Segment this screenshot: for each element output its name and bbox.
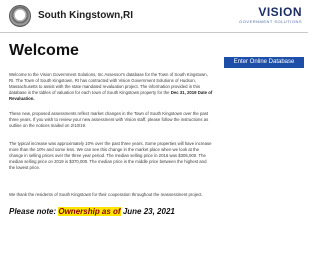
thanks-paragraph: We thank the residents of South Kingstow… bbox=[9, 192, 203, 197]
town-seal-icon bbox=[9, 5, 31, 27]
page-title: Welcome bbox=[9, 42, 79, 59]
header-divider bbox=[0, 32, 308, 33]
site-header: South Kingstown,RI VISION GOVERNMENT SOL… bbox=[0, 0, 308, 36]
note-date: June 23, 2021 bbox=[120, 207, 175, 216]
note-prefix: Please note: bbox=[9, 207, 59, 216]
ownership-note: Please note: Ownership as of June 23, 20… bbox=[9, 207, 219, 216]
intro-paragraph: Welcome to the Vision Government Solutio… bbox=[9, 72, 213, 102]
assessment-paragraph: These new, proposed assessments reflect … bbox=[9, 111, 209, 128]
note-highlight: Ownership as of bbox=[58, 207, 121, 216]
vision-logo[interactable]: VISION GOVERNMENT SOLUTIONS bbox=[232, 6, 302, 24]
market-paragraph: The typical increase was approximately 1… bbox=[9, 141, 212, 170]
vision-logo-sub: GOVERNMENT SOLUTIONS bbox=[239, 19, 302, 24]
vision-logo-text: VISION bbox=[258, 5, 302, 19]
town-name: South Kingstown,RI bbox=[38, 10, 133, 21]
enter-online-database-button[interactable]: Enter Online Database bbox=[224, 57, 304, 68]
